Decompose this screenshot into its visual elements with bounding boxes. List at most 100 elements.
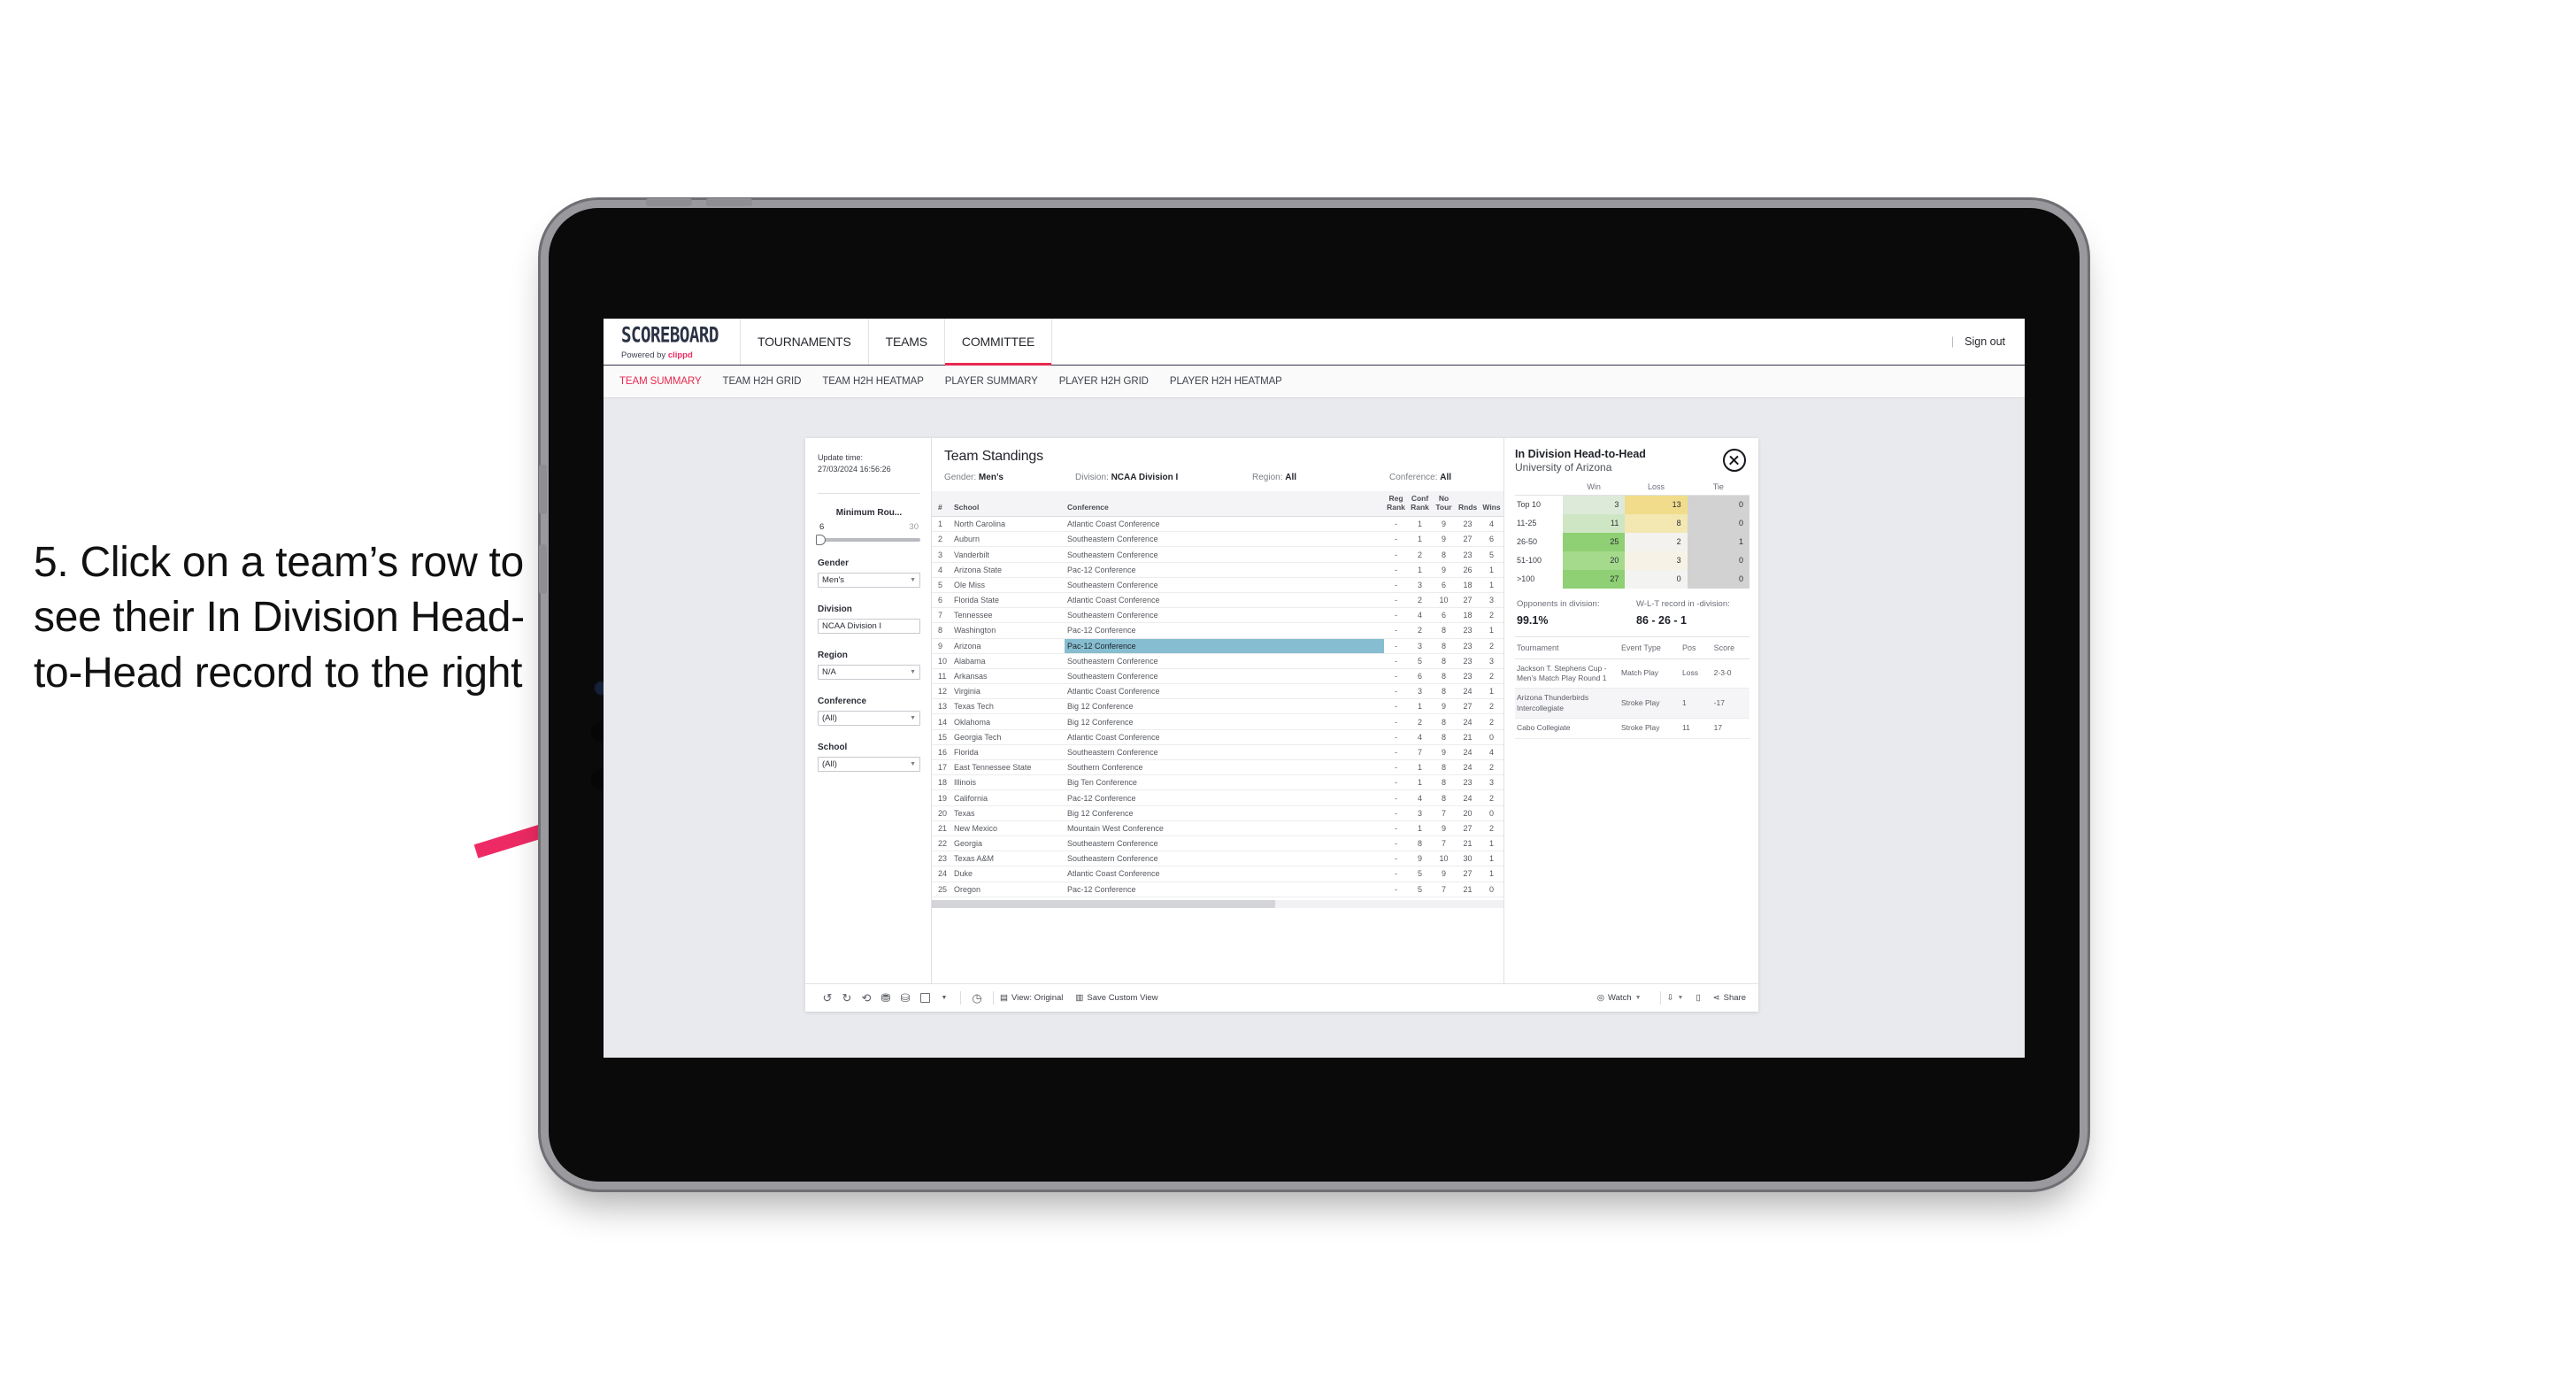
table-row[interactable]: 14 Oklahoma Big 12 Conference -2 8 24 2 bbox=[932, 713, 1503, 730]
device-side-button-1[interactable] bbox=[539, 465, 547, 514]
table-row[interactable]: 23 Texas A&M Southeastern Conference -9 10 30… bbox=[932, 851, 1503, 867]
table-row[interactable]: 4 Arizona State Pac-12 Conference -1 9 26 1 bbox=[932, 562, 1503, 578]
save-custom-view-button[interactable]: ▥ Save Custom View bbox=[1075, 993, 1157, 1003]
app-top-nav: SCOREBOARD Powered by clippd TOURNAMENTS… bbox=[604, 319, 2025, 366]
th-conference[interactable]: Conference bbox=[1065, 491, 1384, 518]
tab-player-h2h-heatmap[interactable]: PLAYER H2H HEATMAP bbox=[1170, 376, 1282, 387]
standings-header: Team Standings Gender: Men’s Division: N… bbox=[932, 438, 1503, 491]
tournament-row[interactable]: Jackson T. Stephens Cup - Men’s Match Pl… bbox=[1515, 658, 1749, 689]
table-row[interactable]: 17 East Tennessee State Southern Conferenc… bbox=[932, 759, 1503, 776]
redo-icon[interactable]: ↻ bbox=[837, 989, 857, 1008]
th-rank[interactable]: # bbox=[932, 491, 951, 518]
tournament-row[interactable]: Cabo Collegiate Stroke Play 11 17 bbox=[1515, 718, 1749, 739]
cell-rnds: 27 bbox=[1456, 592, 1480, 609]
cell-school: Texas Tech bbox=[951, 698, 1065, 715]
download-button[interactable]: ⇩ ▼ bbox=[1667, 993, 1684, 1003]
cell-wins: 2 bbox=[1480, 698, 1503, 715]
table-row[interactable]: 8 Washington Pac-12 Conference -2 8 23 1 bbox=[932, 622, 1503, 639]
table-row[interactable]: 18 Illinois Big Ten Conference -1 8 23 3 bbox=[932, 774, 1503, 791]
table-row[interactable]: 3 Vanderbilt Southeastern Conference -2 8 23 5 bbox=[932, 546, 1503, 563]
cell-school: Auburn bbox=[951, 531, 1065, 548]
cell-conf-rank: 2 bbox=[1408, 622, 1432, 639]
table-row[interactable]: 13 Texas Tech Big 12 Conference -1 9 27 2 bbox=[932, 698, 1503, 715]
toolbar-divider bbox=[993, 991, 994, 1005]
th-wins[interactable]: Wins bbox=[1480, 491, 1503, 518]
brand-logo[interactable]: SCOREBOARD Powered by clippd bbox=[604, 319, 741, 365]
cell-school: Georgia Tech bbox=[951, 729, 1065, 745]
signout-link[interactable]: Sign out bbox=[1965, 335, 2005, 348]
share-button[interactable]: ⋖ Share bbox=[1713, 993, 1746, 1003]
cell-wins: 1 bbox=[1480, 835, 1503, 852]
device-side-button-2[interactable] bbox=[539, 544, 547, 594]
cell-no-tour: 8 bbox=[1432, 653, 1456, 669]
tournament-table: Tournament Event Type Pos Score Jackson … bbox=[1515, 635, 1749, 739]
cell-pos: Loss bbox=[1680, 658, 1712, 689]
cell-conference: Southeastern Conference bbox=[1065, 851, 1384, 867]
table-row[interactable]: 1 North Carolina Atlantic Coast Conference… bbox=[932, 516, 1503, 533]
tournament-row[interactable]: Arizona Thunderbirds Intercollegiate Stro… bbox=[1515, 688, 1749, 720]
th-no-tour[interactable]: No Tour bbox=[1432, 491, 1456, 518]
table-row[interactable]: 5 Ole Miss Southeastern Conference -3 6 18 1 bbox=[932, 577, 1503, 593]
cell-rank: 20 bbox=[932, 805, 951, 821]
cell-conf-rank: 4 bbox=[1408, 607, 1432, 624]
table-row[interactable]: 21 New Mexico Mountain West Conference -1 9 2… bbox=[932, 820, 1503, 836]
tab-team-h2h-heatmap[interactable]: TEAM H2H HEATMAP bbox=[822, 376, 924, 387]
meta-region-label: Region: bbox=[1252, 473, 1283, 482]
filter-conference-select[interactable]: (All) ▼ bbox=[818, 711, 920, 727]
table-row[interactable]: 12 Virginia Atlantic Coast Conference -3 8 24… bbox=[932, 683, 1503, 700]
revert-icon[interactable]: ⟲ bbox=[857, 989, 876, 1008]
tab-player-summary[interactable]: PLAYER SUMMARY bbox=[945, 376, 1038, 387]
cell-rnds: 24 bbox=[1456, 713, 1480, 730]
table-row[interactable]: 10 Alabama Southeastern Conference -5 8 23 3 bbox=[932, 653, 1503, 669]
nav-tournaments[interactable]: TOURNAMENTS bbox=[741, 319, 869, 365]
filter-division-select[interactable]: NCAA Division I bbox=[818, 619, 920, 635]
cell-conf-rank: 2 bbox=[1408, 713, 1432, 730]
tab-team-summary[interactable]: TEAM SUMMARY bbox=[619, 376, 702, 387]
table-row[interactable]: 6 Florida State Atlantic Coast Conference -… bbox=[932, 592, 1503, 609]
th-reg-rank[interactable]: Reg Rank bbox=[1384, 491, 1408, 518]
th-conf-rank[interactable]: Conf Rank bbox=[1408, 491, 1432, 518]
table-row[interactable]: 22 Georgia Southeastern Conference -8 7 21 1 bbox=[932, 835, 1503, 852]
cell-rank: 25 bbox=[932, 882, 951, 897]
history-clock-icon[interactable]: ◷ bbox=[967, 989, 987, 1008]
tab-team-h2h-grid[interactable]: TEAM H2H GRID bbox=[723, 376, 802, 387]
table-row[interactable]: 25 Oregon Pac-12 Conference -5 7 21 0 bbox=[932, 882, 1503, 897]
device-volume-up-button[interactable] bbox=[646, 198, 692, 206]
table-row[interactable]: 7 Tennessee Southeastern Conference -4 6 18 2 bbox=[932, 607, 1503, 624]
slider-track[interactable] bbox=[816, 535, 920, 546]
table-row[interactable]: 2 Auburn Southeastern Conference -1 9 27 6 bbox=[932, 531, 1503, 548]
cell-reg-rank: - bbox=[1384, 622, 1408, 639]
slider-handle[interactable] bbox=[816, 535, 826, 546]
table-row[interactable]: 24 Duke Atlantic Coast Conference -5 9 27 1 bbox=[932, 866, 1503, 882]
table-row[interactable]: 15 Georgia Tech Atlantic Coast Conference -… bbox=[932, 729, 1503, 745]
undo-icon[interactable]: ↺ bbox=[818, 989, 837, 1008]
device-layout-button[interactable]: ▯ bbox=[1696, 993, 1700, 1003]
tab-player-h2h-grid[interactable]: PLAYER H2H GRID bbox=[1059, 376, 1149, 387]
save-view-icon: ▥ bbox=[1075, 993, 1084, 1003]
pause-refresh-icon[interactable]: ⛁ bbox=[896, 989, 915, 1008]
device-volume-down-button[interactable] bbox=[706, 198, 752, 206]
table-row[interactable]: 16 Florida Southeastern Conference -7 9 24 4 bbox=[932, 744, 1503, 761]
table-row[interactable]: 11 Arkansas Southeastern Conference -6 8 23 2 bbox=[932, 668, 1503, 685]
nav-committee[interactable]: COMMITTEE bbox=[944, 319, 1053, 366]
filter-gender-select[interactable]: Men's ▼ bbox=[818, 573, 920, 589]
table-row[interactable]: 9 Arizona Pac-12 Conference -3 8 23 2 bbox=[932, 638, 1503, 654]
th-school[interactable]: School bbox=[951, 491, 1065, 518]
chevron-down-icon[interactable]: ▼ bbox=[934, 989, 954, 1008]
filter-school-select[interactable]: (All) ▼ bbox=[818, 757, 920, 773]
filter-school-value: (All) bbox=[822, 759, 837, 770]
table-row[interactable]: 20 Texas Big 12 Conference -3 7 20 0 bbox=[932, 805, 1503, 821]
th-rnds[interactable]: Rnds bbox=[1456, 491, 1480, 518]
rectangle-select-icon[interactable] bbox=[915, 989, 934, 1008]
horizontal-scrollbar[interactable] bbox=[932, 899, 1503, 908]
close-circle-icon[interactable] bbox=[1723, 449, 1746, 472]
view-original-button[interactable]: ▤ View: Original bbox=[1000, 993, 1063, 1003]
tournament-body: Jackson T. Stephens Cup - Men’s Match Pl… bbox=[1515, 658, 1749, 739]
watch-button[interactable]: ◎ Watch ▼ bbox=[1597, 993, 1642, 1003]
cell-no-tour: 9 bbox=[1432, 516, 1456, 533]
table-row[interactable]: 19 California Pac-12 Conference -4 8 24 2 bbox=[932, 789, 1503, 806]
nav-teams[interactable]: TEAMS bbox=[869, 319, 945, 365]
refresh-data-icon[interactable]: ⛃ bbox=[876, 989, 896, 1008]
filter-region-select[interactable]: N/A ▼ bbox=[818, 665, 920, 681]
